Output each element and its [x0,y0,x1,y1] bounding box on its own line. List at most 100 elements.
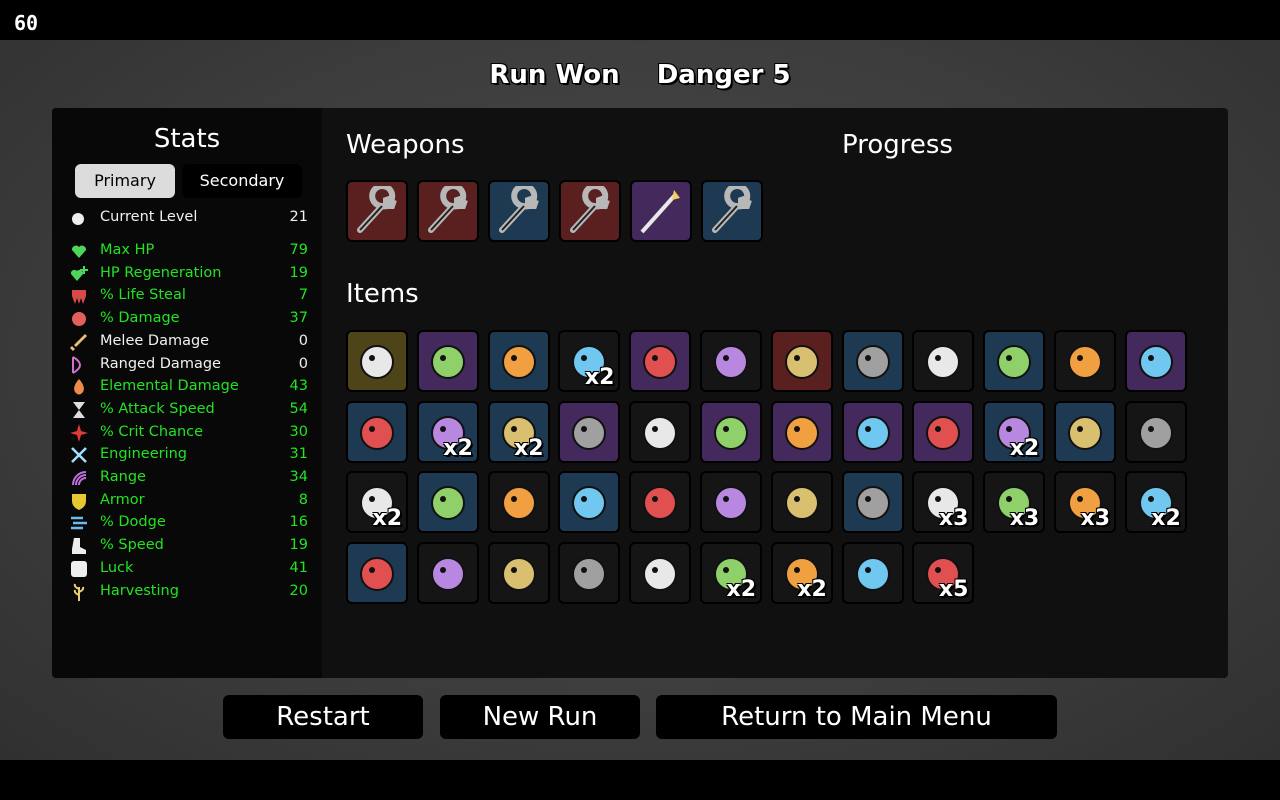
egg-skull-icon [360,345,394,379]
item-slot[interactable]: x2 [983,400,1046,463]
stat-label: HP Regeneration [100,264,222,281]
item-slot[interactable] [416,542,479,605]
stat-row[interactable]: Max HP 79 [70,240,308,262]
item-slot[interactable] [558,542,621,605]
item-slot[interactable] [346,542,408,605]
item-slot[interactable]: x3 [1054,471,1116,534]
item-slot[interactable] [629,542,692,605]
weapon-slot[interactable] [559,180,621,242]
stat-value: 34 [289,469,308,485]
weapon-slot[interactable] [346,180,408,242]
item-quantity: x3 [1080,506,1111,532]
stat-row[interactable]: % Life Steal 7 [70,285,308,307]
stat-value: 21 [289,209,308,225]
item-slot[interactable] [1124,400,1187,463]
item-slot[interactable] [346,330,408,392]
tools-icon [714,415,748,450]
item-slot[interactable]: x2 [700,542,762,605]
item-slot[interactable] [558,471,621,534]
stat-label: Armor [100,491,145,508]
stat-row[interactable]: Harvesting 20 [70,581,308,603]
stat-value: 7 [298,287,308,304]
stat-row[interactable]: % Damage 37 [70,308,308,330]
item-slot[interactable] [629,330,692,392]
item-slot[interactable] [700,400,762,463]
tree-icon [1068,345,1102,379]
stat-value: 19 [289,264,308,281]
item-slot[interactable] [770,330,833,392]
stat-row[interactable]: % Dodge 16 [70,512,308,534]
item-slot[interactable] [346,400,408,463]
stat-row[interactable]: % Speed 19 [70,535,308,557]
crit-icon [70,423,88,442]
item-slot[interactable] [487,542,550,605]
restart-button[interactable]: Restart [223,695,423,739]
wrench-icon [357,186,397,233]
stat-row[interactable]: Range 34 [70,467,308,489]
item-slot[interactable] [1124,330,1187,392]
item-quantity: x3 [1009,506,1040,532]
item-slot[interactable]: x3 [983,471,1046,534]
range-icon [70,469,88,487]
item-slot[interactable] [770,471,833,534]
item-slot[interactable] [487,330,550,392]
weapon-slot[interactable] [630,180,692,242]
item-slot[interactable]: x2 [1124,471,1187,534]
item-slot[interactable] [912,330,975,392]
item-slot[interactable]: x3 [912,471,975,534]
item-slot[interactable]: x2 [558,330,621,392]
stat-row[interactable]: Ranged Damage 0 [70,354,308,376]
item-slot[interactable]: x2 [416,400,479,463]
weapon-slot[interactable] [488,180,550,242]
ring-icon [926,415,961,450]
stat-row[interactable]: HP Regeneration 19 [70,263,308,285]
item-slot[interactable] [841,471,904,534]
item-slot[interactable]: x5 [912,542,975,605]
item-quantity: x2 [584,365,615,390]
item-slot[interactable]: x2 [770,542,833,605]
item-slot[interactable] [629,400,692,463]
weapon-slot[interactable] [701,180,763,242]
tab-primary[interactable]: Primary [75,164,175,198]
disc-icon [501,486,536,521]
item-slot[interactable] [770,400,833,463]
item-slot[interactable] [841,330,904,392]
item-slot[interactable] [912,400,975,463]
stat-row[interactable]: Elemental Damage 43 [70,376,308,398]
item-slot[interactable] [416,471,479,534]
hourglass-icon [70,401,88,419]
main-menu-button[interactable]: Return to Main Menu [656,695,1057,739]
item-slot[interactable] [487,471,550,534]
item-slot[interactable]: x2 [487,400,550,463]
item-slot[interactable]: x2 [346,471,408,534]
item-slot[interactable] [983,330,1046,392]
item-slot[interactable] [700,330,762,392]
item-slot[interactable] [700,471,762,534]
item-slot[interactable] [841,542,904,605]
dice-icon [70,560,88,578]
flame-icon [70,378,88,396]
tab-secondary[interactable]: Secondary [182,164,302,198]
stat-value: 20 [289,582,308,599]
item-slot[interactable] [416,330,479,392]
stat-row[interactable]: % Attack Speed 54 [70,399,308,421]
butterfly-icon [714,486,748,521]
weapon-slot[interactable] [417,180,479,242]
run-result: Run Won [489,60,620,90]
stat-row[interactable]: Luck 41 [70,558,308,580]
stat-row[interactable]: Melee Damage 0 [70,331,308,353]
stat-row[interactable]: Engineering 31 [70,444,308,466]
item-slot[interactable] [629,471,692,534]
item-slot[interactable] [558,400,621,463]
stat-row[interactable]: Armor 8 [70,490,308,512]
sword-icon [70,333,88,351]
new-run-button[interactable]: New Run [440,695,640,739]
item-slot[interactable] [1054,330,1116,392]
boot-icon [70,537,88,555]
stat-row[interactable]: Current Level 21 [70,207,308,229]
item-slot[interactable] [1054,400,1116,463]
item-slot[interactable] [841,400,904,463]
stat-row[interactable]: % Crit Chance 30 [70,422,308,444]
wrench-cross-icon [70,446,88,464]
stats-panel: Stats Primary Secondary Current Level 21 M… [52,108,322,678]
